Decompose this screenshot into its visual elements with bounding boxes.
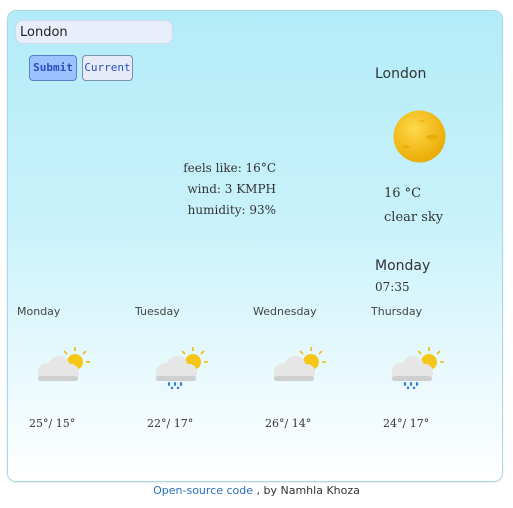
partly-cloudy-icon xyxy=(38,347,90,381)
footer: Open-source code , by Namhla Khoza xyxy=(0,484,513,497)
partly-cloudy-icon xyxy=(274,347,326,381)
current-time: 07:35 xyxy=(375,280,410,294)
open-source-link[interactable]: Open-source code xyxy=(153,484,253,497)
current-temperature: 16 °C xyxy=(384,186,422,201)
current-day: Monday xyxy=(375,258,431,274)
forecast-day-name: Tuesday xyxy=(135,305,180,318)
wind-speed: wind: 3 KMPH xyxy=(187,182,276,196)
rain-cloud-icon xyxy=(392,347,444,389)
forecast-day: Thursday 24°/ 17° xyxy=(371,305,471,430)
submit-button[interactable]: Submit xyxy=(29,55,77,81)
forecast-day-name: Thursday xyxy=(371,305,423,318)
forecast-day-name: Monday xyxy=(17,305,61,318)
weather-card xyxy=(8,11,502,481)
forecast-temps: 22°/ 17° xyxy=(147,417,194,430)
author-credit: , by Namhla Khoza xyxy=(256,484,360,497)
current-location-button[interactable]: Current xyxy=(82,55,133,81)
humidity: humidity: 93% xyxy=(187,203,276,217)
forecast-day: Wednesday 26°/ 14° xyxy=(253,305,353,430)
forecast-temps: 24°/ 17° xyxy=(383,417,430,430)
sun-icon xyxy=(393,110,446,163)
rain-cloud-icon xyxy=(156,347,208,389)
feels-like: feels like: 16°C xyxy=(183,161,276,175)
city-search-input[interactable] xyxy=(15,20,173,44)
city-name: London xyxy=(375,66,427,82)
weather-details: feels like: 16°C wind: 3 KMPH humidity: … xyxy=(180,158,276,221)
forecast-temps: 26°/ 14° xyxy=(265,417,312,430)
weather-description: clear sky xyxy=(384,210,444,225)
forecast-temps: 25°/ 15° xyxy=(29,417,76,430)
forecast-day: Monday 25°/ 15° xyxy=(17,305,117,430)
forecast-day: Tuesday 22°/ 17° xyxy=(135,305,235,430)
forecast-day-name: Wednesday xyxy=(253,305,317,318)
